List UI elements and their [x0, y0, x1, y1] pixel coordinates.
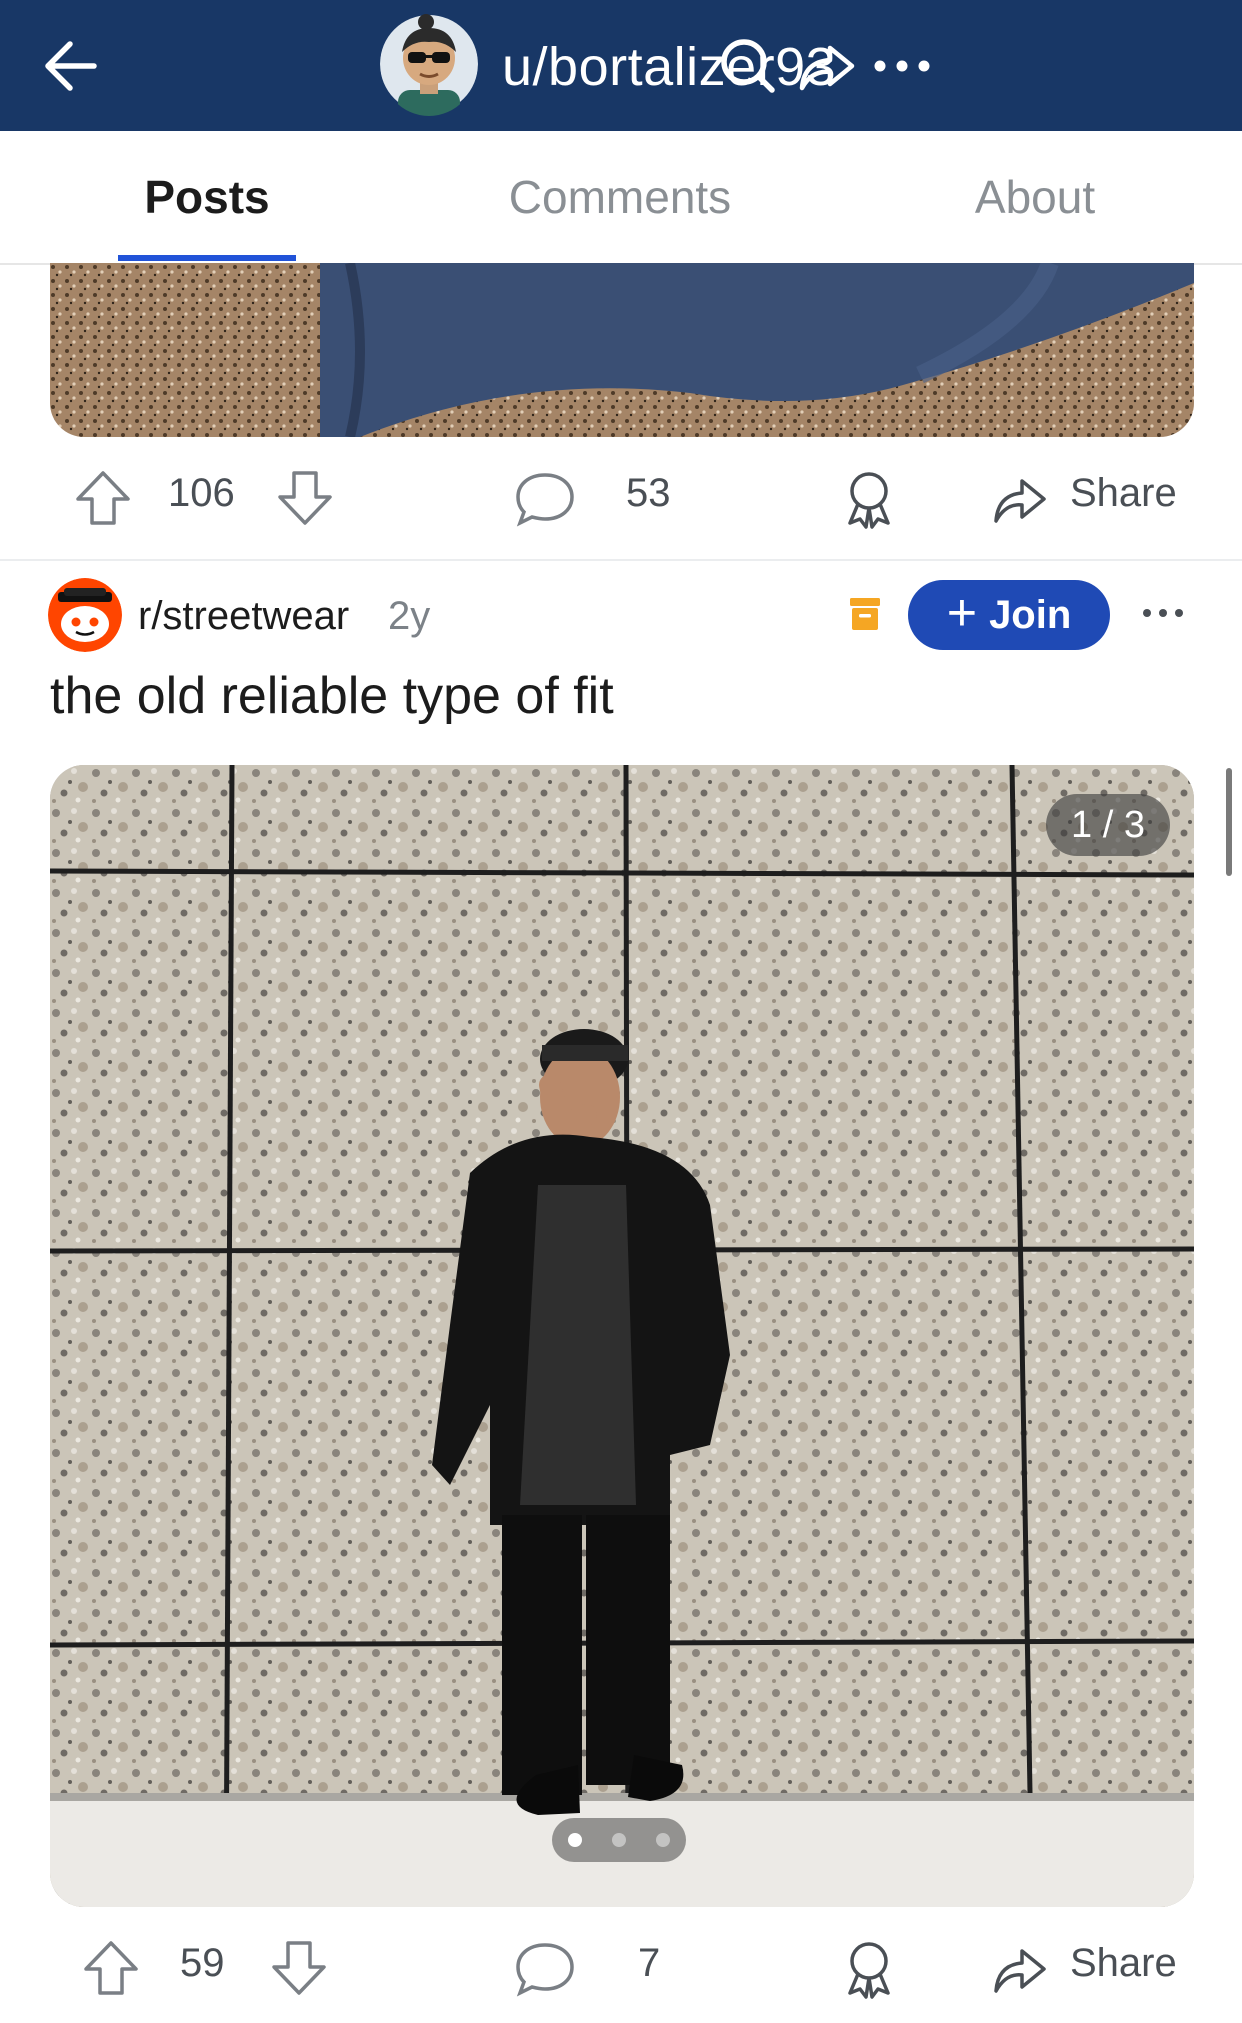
- share-icon[interactable]: [988, 1937, 1050, 1999]
- active-tab-indicator: [118, 255, 296, 261]
- downvote-icon[interactable]: [268, 1937, 330, 1999]
- post-title[interactable]: the old reliable type of fit: [50, 666, 614, 726]
- post1-action-bar: 106 53 Share: [0, 443, 1242, 553]
- scrollbar[interactable]: [1226, 768, 1232, 876]
- gallery-pagination: [552, 1818, 686, 1862]
- join-button[interactable]: + Join: [908, 580, 1110, 650]
- award-icon[interactable]: [838, 1937, 900, 1999]
- post1-vote-count: 106: [168, 471, 235, 515]
- post2-vote-count: 59: [180, 1941, 225, 1985]
- post-gallery-image[interactable]: [50, 765, 1194, 1907]
- post2-action-bar: 59 7 Share: [0, 1913, 1242, 2023]
- profile-header: u/bortalizer93: [0, 0, 1242, 131]
- tab-posts[interactable]: Posts: [94, 131, 320, 263]
- tab-about[interactable]: About: [940, 131, 1130, 263]
- gallery-dot-2[interactable]: [612, 1833, 626, 1847]
- post2-share-label[interactable]: Share: [1070, 1941, 1177, 1986]
- user-avatar[interactable]: [380, 12, 478, 116]
- more-icon[interactable]: [866, 30, 938, 102]
- upvote-icon[interactable]: [72, 467, 134, 529]
- share-icon[interactable]: [988, 467, 1050, 529]
- more-icon[interactable]: [1140, 596, 1186, 630]
- post-image-previous[interactable]: [50, 263, 1194, 437]
- subreddit-avatar[interactable]: [48, 578, 122, 652]
- post1-share-label[interactable]: Share: [1070, 471, 1177, 516]
- comment-icon[interactable]: [514, 467, 576, 529]
- username-title: u/bortalizer93: [502, 37, 837, 97]
- upvote-icon[interactable]: [80, 1937, 142, 1999]
- profile-tabs: Posts Comments About: [0, 131, 1242, 265]
- gallery-counter: 1 / 3: [1046, 794, 1170, 856]
- share-icon[interactable]: [790, 30, 862, 102]
- gallery-dot-3[interactable]: [656, 1833, 670, 1847]
- award-icon[interactable]: [838, 467, 900, 529]
- post1-comment-count: 53: [626, 471, 671, 515]
- comment-icon[interactable]: [514, 1937, 576, 1999]
- plus-icon: +: [946, 584, 978, 642]
- subreddit-name[interactable]: r/streetwear: [138, 594, 349, 639]
- gallery-dot-1[interactable]: [568, 1833, 582, 1847]
- post-age: 2y: [388, 594, 431, 638]
- back-arrow-icon[interactable]: [36, 30, 108, 102]
- archive-icon: [850, 598, 880, 630]
- post2-comment-count: 7: [638, 1941, 661, 1985]
- tab-comments[interactable]: Comments: [474, 131, 766, 263]
- post-divider: [0, 559, 1242, 561]
- downvote-icon[interactable]: [274, 467, 336, 529]
- join-button-label: Join: [989, 592, 1072, 637]
- search-icon[interactable]: [712, 30, 784, 102]
